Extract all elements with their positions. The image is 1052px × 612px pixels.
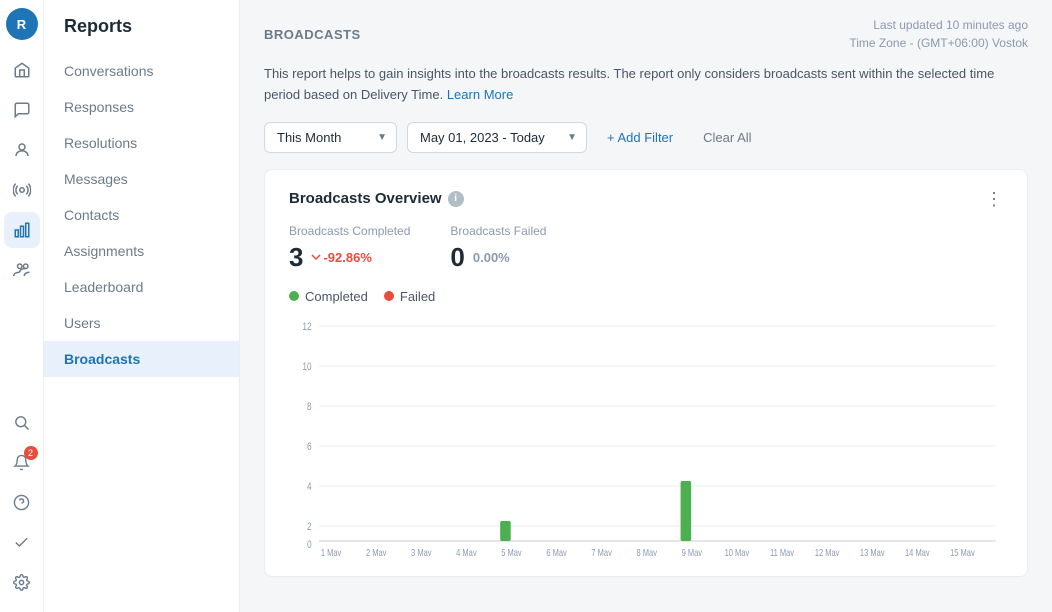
- avatar[interactable]: R: [6, 8, 38, 40]
- svg-text:0: 0: [307, 539, 312, 551]
- date-range-filter-wrap: May 01, 2023 - Today ▼: [407, 122, 587, 153]
- bar-chart-svg: 12 10 8 6 4 2 0 1 May 2 May 3 May 4 May …: [289, 316, 1003, 556]
- svg-text:3 May: 3 May: [411, 547, 432, 556]
- filters-row: This Month Last Month Last 7 Days Custom…: [240, 122, 1052, 169]
- legend-failed-label: Failed: [400, 289, 435, 304]
- learn-more-link[interactable]: Learn More: [447, 87, 513, 102]
- chart-card-header: Broadcasts Overview i ⋮: [289, 190, 1003, 208]
- settings-icon-btn[interactable]: [4, 564, 40, 600]
- svg-text:4 May: 4 May: [456, 547, 477, 556]
- bar-9may-completed: [681, 481, 692, 541]
- contacts-icon-btn[interactable]: [4, 132, 40, 168]
- svg-text:7 May: 7 May: [591, 547, 612, 556]
- period-filter-wrap: This Month Last Month Last 7 Days Custom…: [264, 122, 397, 153]
- help-icon-btn[interactable]: [4, 484, 40, 520]
- notifications-icon-btn[interactable]: 2: [4, 444, 40, 480]
- date-range-filter-select[interactable]: May 01, 2023 - Today: [407, 122, 587, 153]
- check-icon-btn[interactable]: [4, 524, 40, 560]
- svg-text:12 May: 12 May: [815, 547, 840, 556]
- stat-completed-change-value: -92.86%: [323, 250, 371, 265]
- stat-completed-value: 3 -92.86%: [289, 242, 410, 273]
- notification-badge: 2: [24, 446, 38, 460]
- stat-completed-change: -92.86%: [311, 250, 371, 265]
- sidebar-item-users[interactable]: Users: [44, 305, 239, 341]
- svg-text:9 May: 9 May: [682, 547, 703, 556]
- legend-completed: Completed: [289, 289, 368, 304]
- legend-completed-dot: [289, 291, 299, 301]
- svg-text:11 May: 11 May: [770, 547, 795, 556]
- stat-failed-change: 0.00%: [473, 250, 510, 265]
- chart-title-text: Broadcasts Overview: [289, 190, 442, 207]
- last-updated-text: Last updated 10 minutes ago: [849, 16, 1028, 34]
- legend-failed: Failed: [384, 289, 435, 304]
- add-filter-button[interactable]: + Add Filter: [597, 123, 683, 152]
- stat-completed: Broadcasts Completed 3 -92.86%: [289, 224, 410, 273]
- sidebar-item-resolutions[interactable]: Resolutions: [44, 125, 239, 161]
- sidebar: Reports Conversations Responses Resoluti…: [44, 0, 240, 612]
- sidebar-item-contacts[interactable]: Contacts: [44, 197, 239, 233]
- sidebar-item-messages[interactable]: Messages: [44, 161, 239, 197]
- svg-text:6 May: 6 May: [546, 547, 567, 556]
- stats-row: Broadcasts Completed 3 -92.86% Broadcast…: [289, 224, 1003, 273]
- stat-failed-value: 0 0.00%: [450, 242, 546, 273]
- home-icon-btn[interactable]: [4, 52, 40, 88]
- svg-text:1 May: 1 May: [321, 547, 342, 556]
- svg-text:10: 10: [302, 361, 312, 373]
- stat-completed-number: 3: [289, 242, 303, 273]
- chart-title: Broadcasts Overview i: [289, 190, 464, 207]
- conversations-icon-btn[interactable]: [4, 92, 40, 128]
- svg-text:10 May: 10 May: [725, 547, 750, 556]
- period-filter-select[interactable]: This Month Last Month Last 7 Days Custom…: [264, 122, 397, 153]
- timezone-text: Time Zone - (GMT+06:00) Vostok: [849, 34, 1028, 52]
- svg-text:8 May: 8 May: [637, 547, 658, 556]
- svg-text:2 May: 2 May: [366, 547, 387, 556]
- svg-text:6: 6: [307, 441, 312, 453]
- search-icon-btn[interactable]: [4, 404, 40, 440]
- bar-chart-area: 12 10 8 6 4 2 0 1 May 2 May 3 May 4 May …: [289, 316, 1003, 556]
- clear-all-button[interactable]: Clear All: [693, 123, 761, 152]
- main-header: BROADCASTS Last updated 10 minutes ago T…: [240, 0, 1052, 64]
- icon-bar: R 2: [0, 0, 44, 612]
- sidebar-item-broadcasts[interactable]: Broadcasts: [44, 341, 239, 377]
- last-updated-info: Last updated 10 minutes ago Time Zone - …: [849, 16, 1028, 52]
- broadcast-icon-btn[interactable]: [4, 172, 40, 208]
- main-content: BROADCASTS Last updated 10 minutes ago T…: [240, 0, 1052, 612]
- svg-text:15 May: 15 May: [950, 547, 975, 556]
- sidebar-title: Reports: [44, 12, 239, 53]
- legend-completed-label: Completed: [305, 289, 368, 304]
- bar-5may-completed: [500, 521, 511, 541]
- chart-more-options-button[interactable]: ⋮: [985, 190, 1003, 208]
- broadcasts-overview-card: Broadcasts Overview i ⋮ Broadcasts Compl…: [264, 169, 1028, 577]
- sidebar-item-leaderboard[interactable]: Leaderboard: [44, 269, 239, 305]
- team-icon-btn[interactable]: [4, 252, 40, 288]
- icon-bar-bottom: 2: [4, 404, 40, 600]
- svg-text:4: 4: [307, 481, 312, 493]
- sidebar-item-assignments[interactable]: Assignments: [44, 233, 239, 269]
- stat-failed-label: Broadcasts Failed: [450, 224, 546, 238]
- svg-text:2: 2: [307, 521, 312, 533]
- svg-text:5 May: 5 May: [501, 547, 522, 556]
- sidebar-item-conversations[interactable]: Conversations: [44, 53, 239, 89]
- info-text: This report helps to gain insights into …: [264, 66, 994, 102]
- sidebar-item-responses[interactable]: Responses: [44, 89, 239, 125]
- svg-text:8: 8: [307, 401, 312, 413]
- stat-completed-label: Broadcasts Completed: [289, 224, 410, 238]
- stat-failed-number: 0: [450, 242, 464, 273]
- info-box: This report helps to gain insights into …: [264, 64, 1028, 106]
- stat-failed: Broadcasts Failed 0 0.00%: [450, 224, 546, 273]
- legend-failed-dot: [384, 291, 394, 301]
- svg-text:13 May: 13 May: [860, 547, 885, 556]
- svg-text:14 May: 14 May: [905, 547, 930, 556]
- chart-info-icon[interactable]: i: [448, 191, 464, 207]
- svg-text:12: 12: [302, 321, 311, 333]
- reports-icon-btn[interactable]: [4, 212, 40, 248]
- page-section-title: BROADCASTS: [264, 27, 361, 42]
- stat-failed-change-value: 0.00%: [473, 250, 510, 265]
- chart-legend: Completed Failed: [289, 289, 1003, 304]
